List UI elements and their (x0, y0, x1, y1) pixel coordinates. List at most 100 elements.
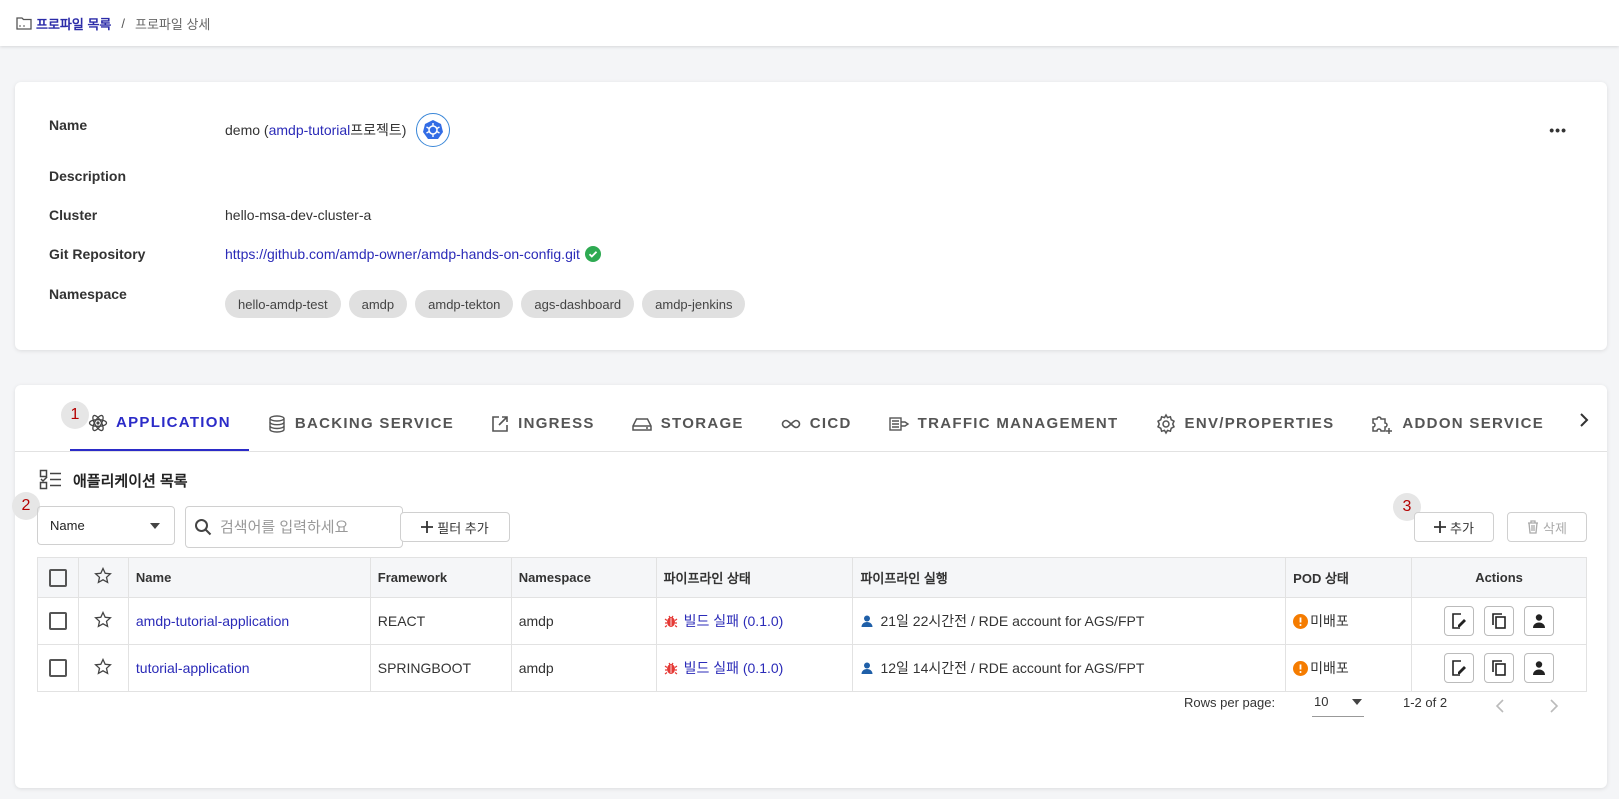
table-row: tutorial-application SPRINGBOOT amdp 빌드 … (37, 644, 1587, 692)
user-permission-button[interactable] (1523, 653, 1554, 683)
person-icon (1532, 661, 1545, 675)
chevron-right-icon[interactable] (1577, 413, 1591, 427)
pipeline-status-text: 빌드 실패 (0.1.0) (683, 613, 784, 629)
user-icon (861, 615, 873, 627)
tab-storage-label: STORAGE (660, 415, 744, 432)
pipeline-status-link[interactable]: 빌드 실패 (0.1.0) (664, 658, 846, 678)
git-value: https://github.com/amdp-owner/amdp-hands… (225, 246, 601, 262)
column-header-pipeline-status[interactable]: 파이프라인 상태 (655, 557, 854, 598)
breadcrumb-root-link[interactable]: 프로파일 목록 (16, 14, 111, 33)
pipeline-exec-text: 21일 22시간전 / RDE account for AGS/FPT (880, 613, 1145, 629)
pod-status: 미배포 (1293, 611, 1404, 631)
traffic-icon (888, 416, 909, 431)
pod-status: 미배포 (1293, 658, 1404, 678)
name-label: Name (49, 117, 88, 133)
column-header-framework[interactable]: Framework (369, 557, 512, 598)
git-row: Git Repository https://github.com/amdp-o… (49, 246, 601, 262)
copy-button[interactable] (1484, 606, 1515, 636)
star-icon[interactable] (94, 610, 113, 629)
description-row: Description (49, 168, 225, 184)
name-suffix: 프로젝트) (350, 122, 407, 138)
application-name-link[interactable]: amdp-tutorial-application (136, 613, 289, 629)
rows-per-page-label: Rows per page: (1184, 695, 1276, 710)
tab-env-properties-label: ENV/PROPERTIES (1184, 415, 1335, 432)
pipeline-status-text: 빌드 실패 (0.1.0) (683, 660, 784, 676)
favorite-header (77, 557, 129, 598)
add-button-label: 추가 (1450, 520, 1474, 536)
namespace-label: Namespace (49, 286, 127, 302)
infinity-icon (781, 419, 801, 428)
column-header-pod-status[interactable]: POD 상태 (1285, 557, 1413, 598)
name-row: Name demo (amdp-tutorial 프로젝트) (49, 113, 451, 147)
tab-cicd[interactable]: CICD (762, 396, 870, 451)
more-options-button[interactable]: ••• (1549, 122, 1567, 138)
application-name-link[interactable]: tutorial-application (136, 660, 250, 676)
previous-page-icon[interactable] (1495, 699, 1505, 713)
namespace-row: Namespace hello-amdp-test amdp amdp-tekt… (49, 286, 753, 318)
annotation-badge-1: 1 (61, 401, 89, 429)
plus-icon (421, 521, 434, 533)
tab-env-properties[interactable]: ENV/PROPERTIES (1137, 396, 1353, 451)
warning-icon (1293, 613, 1309, 629)
copy-icon (1492, 660, 1506, 676)
rows-per-page-value: 10 (1314, 694, 1329, 709)
column-header-pipeline-exec[interactable]: 파이프라인 실행 (852, 557, 1287, 598)
section-title-text: 애플리케이션 목록 (73, 472, 188, 490)
cluster-row: Cluster hello-msa-dev-cluster-a (49, 207, 371, 223)
star-icon[interactable] (94, 566, 113, 585)
caret-down-icon (150, 522, 160, 529)
bug-icon (664, 615, 677, 628)
tab-ingress[interactable]: INGRESS (472, 396, 613, 451)
breadcrumb-separator: / (121, 15, 125, 31)
rows-per-page-select[interactable]: 10 (1312, 687, 1364, 717)
edit-button[interactable] (1444, 653, 1475, 683)
tab-ingress-label: INGRESS (518, 415, 595, 432)
checklist-icon (39, 469, 61, 490)
tab-addon-service-label: ADDON SERVICE (1402, 415, 1545, 432)
next-page-icon[interactable] (1549, 699, 1559, 713)
filter-field-select[interactable]: Name (37, 506, 175, 545)
namespace-chips: hello-amdp-test amdp amdp-tekton ags-das… (225, 290, 753, 318)
pipeline-exec-text: 12일 14시간전 / RDE account for AGS/FPT (880, 660, 1145, 676)
project-link[interactable]: amdp-tutorial (269, 122, 351, 138)
tab-traffic-management-label: TRAFFIC MANAGEMENT (917, 415, 1119, 432)
tab-traffic-management[interactable]: TRAFFIC MANAGEMENT (870, 396, 1137, 451)
check-circle-icon (584, 246, 601, 262)
search-box (185, 506, 403, 548)
edit-button[interactable] (1444, 606, 1475, 636)
column-header-namespace[interactable]: Namespace (510, 557, 657, 598)
delete-button-label: 삭제 (1543, 520, 1567, 536)
pod-status-text: 미배포 (1310, 613, 1349, 629)
tab-addon-service[interactable]: ADDON SERVICE (1352, 396, 1562, 451)
delete-button[interactable]: 삭제 (1507, 512, 1587, 542)
user-permission-button[interactable] (1523, 606, 1554, 636)
search-input[interactable] (218, 517, 388, 537)
description-label: Description (49, 168, 127, 184)
select-all-header (37, 557, 79, 598)
tab-storage[interactable]: STORAGE (613, 396, 762, 451)
add-filter-label: 필터 추가 (437, 520, 489, 536)
caret-down-icon (1352, 698, 1362, 705)
tab-bar: APPLICATION BACKING SERVICE INGRESS STOR… (15, 385, 1607, 452)
tab-application[interactable]: APPLICATION (70, 396, 249, 451)
star-icon[interactable] (94, 657, 113, 676)
gear-icon (1156, 412, 1175, 435)
copy-button[interactable] (1484, 653, 1515, 683)
row-checkbox[interactable] (48, 612, 67, 631)
add-button[interactable]: 추가 (1414, 512, 1494, 542)
git-repository-link[interactable]: https://github.com/amdp-owner/amdp-hands… (225, 246, 580, 262)
row-checkbox[interactable] (48, 659, 67, 678)
tab-backing-service[interactable]: BACKING SERVICE (249, 396, 472, 451)
tab-application-label: APPLICATION (116, 414, 231, 431)
row-actions (1411, 597, 1587, 645)
kubernetes-icon[interactable] (416, 113, 451, 147)
namespace-cell: amdp (510, 597, 657, 645)
filter-field-value: Name (50, 518, 85, 533)
cluster-label: Cluster (49, 207, 98, 223)
column-header-name[interactable]: Name (127, 557, 371, 598)
select-all-checkbox[interactable] (48, 568, 67, 587)
pipeline-status-link[interactable]: 빌드 실패 (0.1.0) (664, 611, 846, 631)
add-filter-button[interactable]: 필터 추가 (400, 512, 510, 542)
external-link-icon (492, 415, 508, 432)
pipeline-exec: 12일 14시간전 / RDE account for AGS/FPT (860, 658, 1278, 678)
